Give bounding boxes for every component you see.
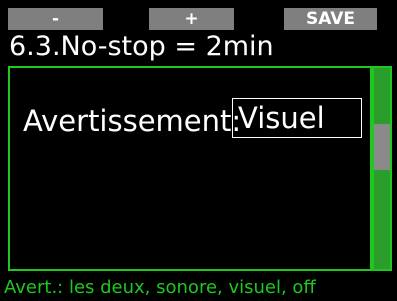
minus-softkey[interactable]: - xyxy=(8,8,103,30)
plus-softkey[interactable]: + xyxy=(149,8,234,30)
warning-value-field[interactable]: Visuel xyxy=(232,98,362,138)
warning-label: Avertissement: xyxy=(23,104,242,138)
settings-panel: Avertissement: Visuel xyxy=(8,66,372,271)
scroll-thumb[interactable] xyxy=(374,124,390,170)
scrollbar[interactable] xyxy=(372,66,392,271)
options-hint: Avert.: les deux, sonore, visuel, off xyxy=(4,277,316,298)
save-softkey[interactable]: SAVE xyxy=(284,8,377,30)
page-title: 6.3.No-stop = 2min xyxy=(9,31,274,62)
